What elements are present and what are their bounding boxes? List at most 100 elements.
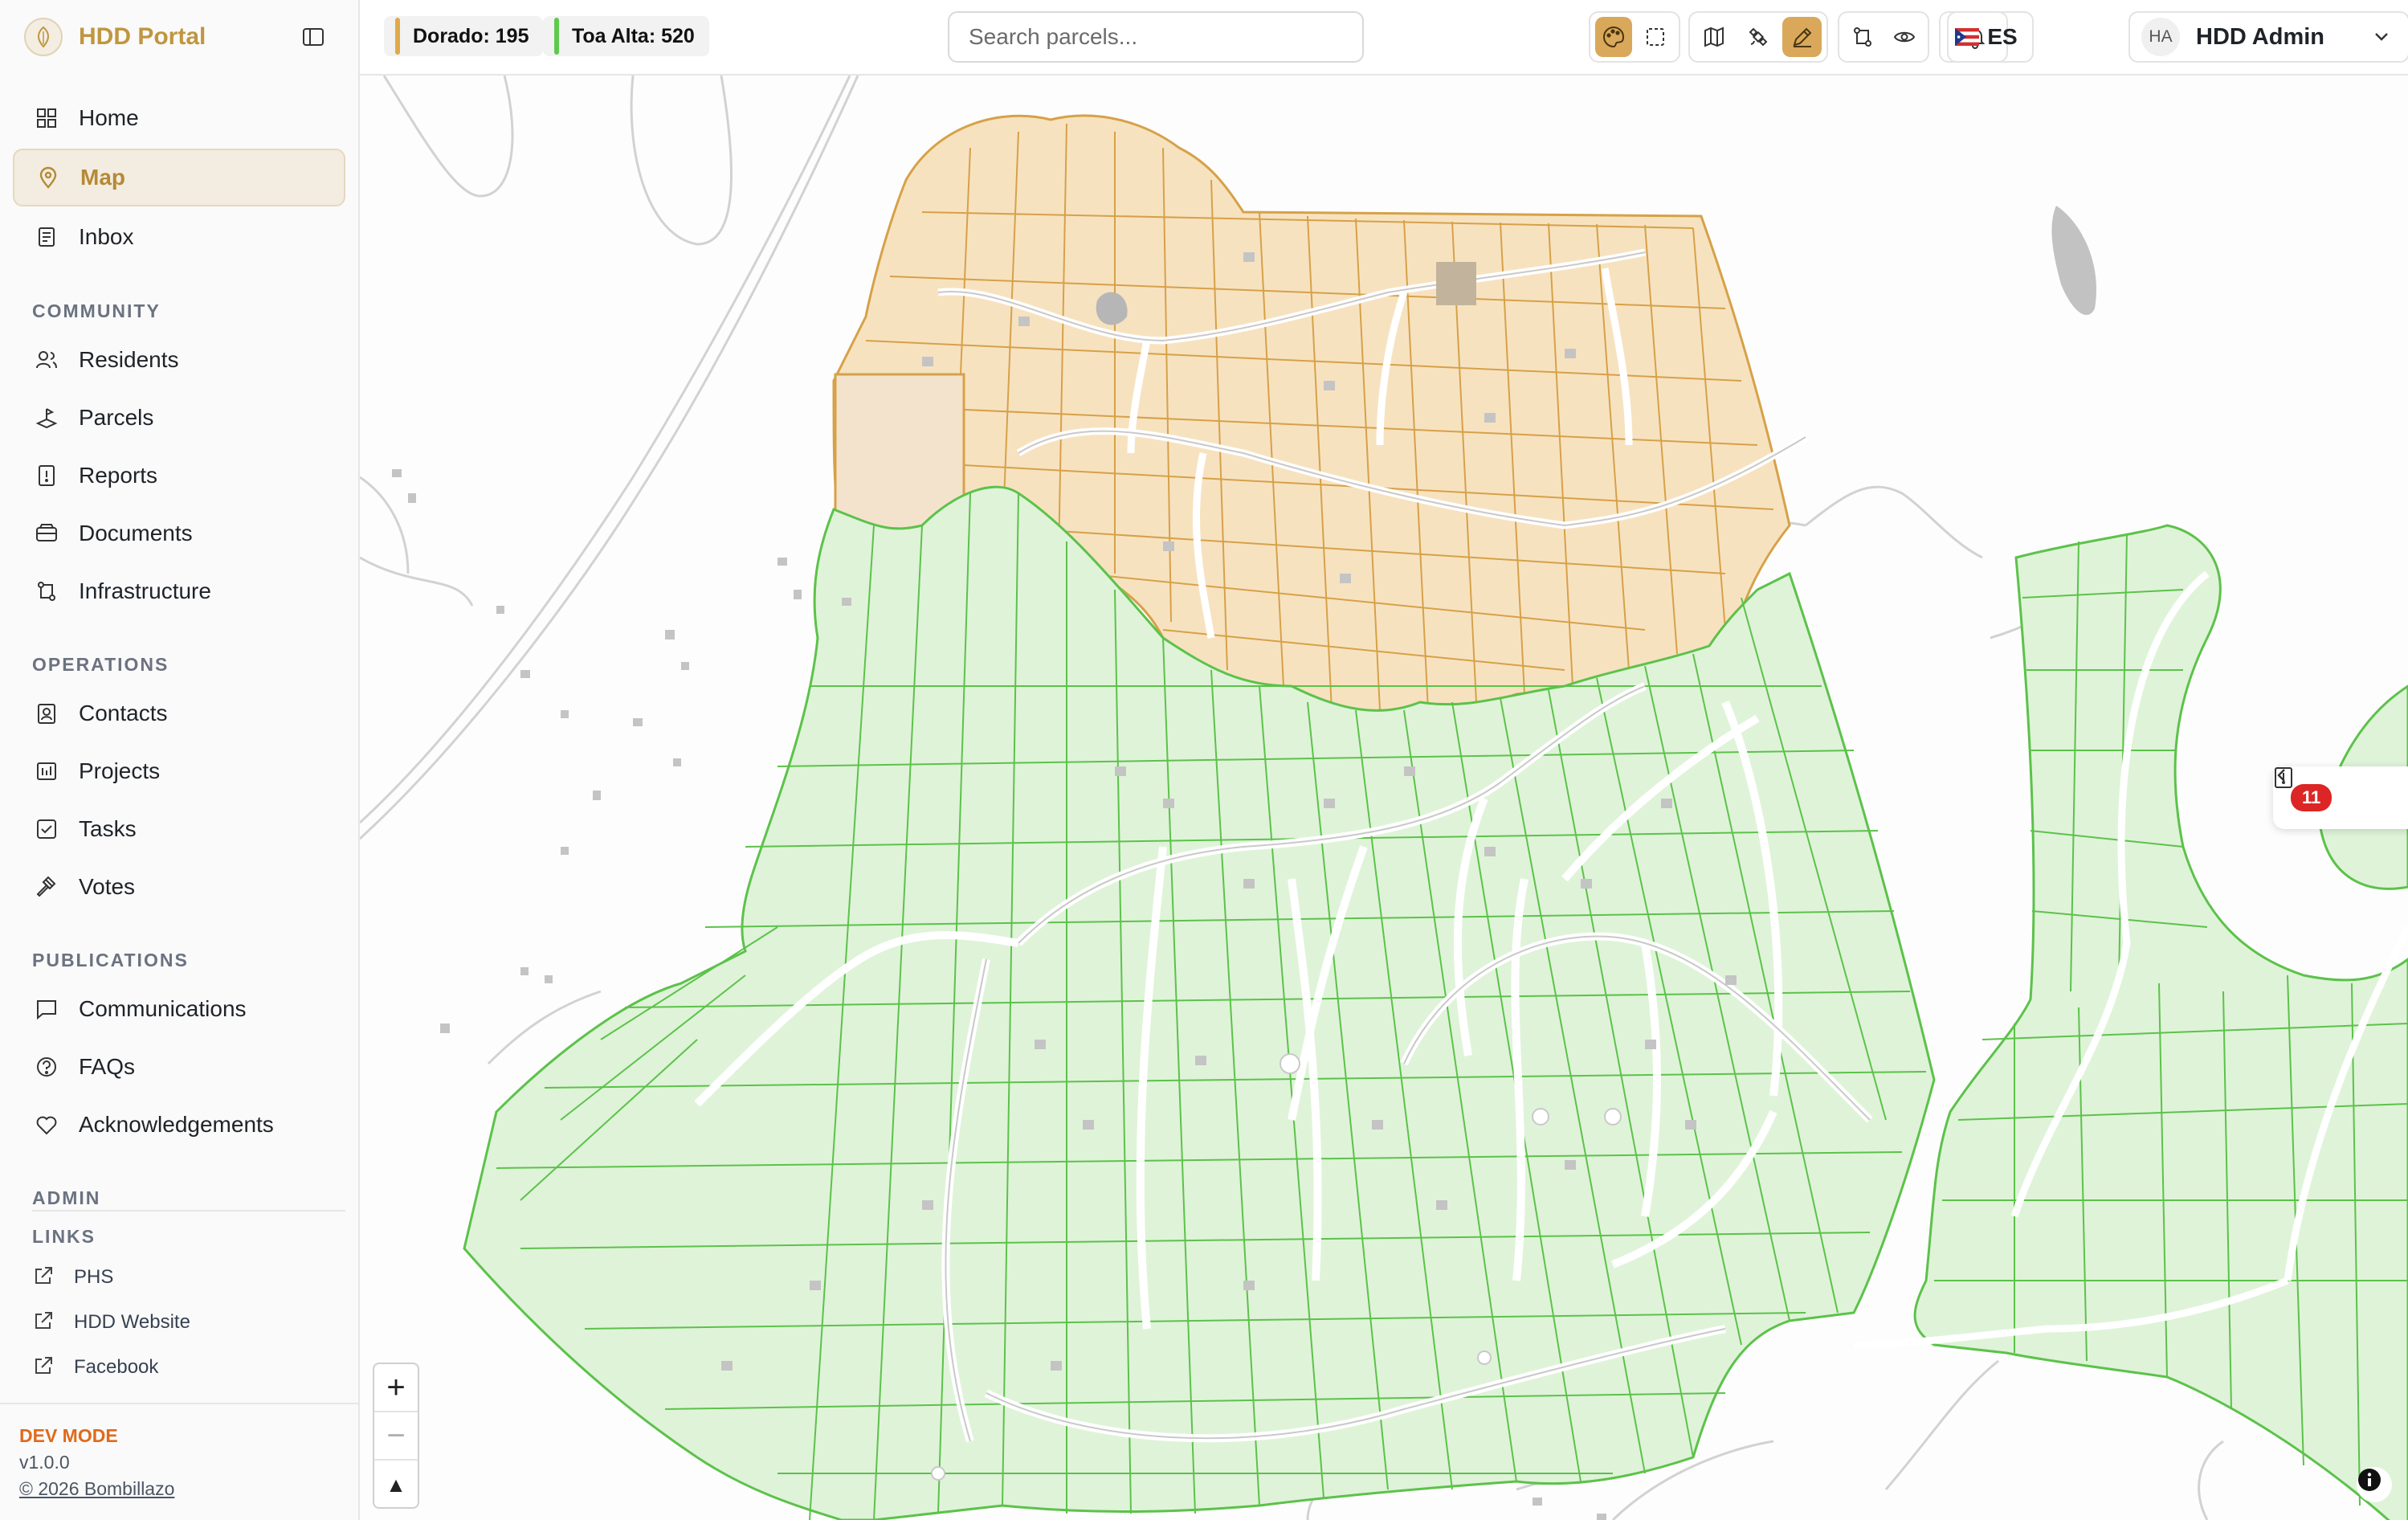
visibility-toggle-button[interactable]	[1886, 17, 1923, 57]
link-phs[interactable]: PHS	[32, 1261, 113, 1293]
parcel-map[interactable]	[360, 76, 2408, 1520]
satellite-icon	[1749, 27, 1768, 47]
pencil-icon	[1793, 27, 1812, 47]
chip-label: Toa Alta: 520	[572, 24, 695, 47]
divider	[32, 1210, 345, 1212]
dev-mode-label: DEV MODE	[19, 1425, 118, 1446]
palette-toggle-button[interactable]	[1595, 17, 1632, 57]
chip-label: Dorado: 195	[413, 24, 529, 47]
sidebar-item-label: Tasks	[79, 816, 137, 841]
zoom-in-button[interactable]: +	[374, 1364, 418, 1412]
section-admin: ADMIN	[32, 1187, 101, 1208]
toa-alta-east-parcels[interactable]	[1853, 524, 2408, 1520]
eye-icon	[1893, 31, 1916, 43]
map-icon	[1704, 27, 1724, 47]
brand[interactable]: HDD Portal	[24, 14, 206, 59]
checkbox-icon	[32, 815, 61, 844]
topbar: Dorado: 195 Toa Alta: 520 Search parcels…	[360, 0, 2408, 76]
app-name: HDD Portal	[79, 23, 206, 50]
dorado-count-chip[interactable]: Dorado: 195	[384, 16, 544, 56]
sidebar-item-inbox[interactable]: Inbox	[13, 208, 345, 266]
select-area-button[interactable]	[1637, 17, 1674, 57]
reports-count-badge: 11	[2291, 784, 2332, 811]
external-link-icon	[32, 1355, 55, 1381]
sidebar-toggle-button[interactable]	[297, 21, 329, 53]
chart-icon	[32, 757, 61, 786]
sidebar-item-map[interactable]: Map	[13, 149, 345, 206]
user-name: HDD Admin	[2196, 23, 2325, 50]
infrastructure-layer-button[interactable]	[1844, 17, 1881, 57]
users-icon	[32, 345, 61, 374]
section-publications: PUBLICATIONS	[32, 950, 189, 970]
sidebar-item-residents[interactable]: Residents	[13, 331, 345, 389]
link-facebook[interactable]: Facebook	[32, 1351, 158, 1383]
link-label: HDD Website	[74, 1311, 190, 1333]
info-icon	[2358, 1469, 2381, 1491]
grid-icon	[32, 104, 61, 133]
sidebar-item-label: Votes	[79, 874, 136, 899]
report-icon	[32, 461, 61, 490]
user-menu-button[interactable]: HA HDD Admin	[2128, 11, 2408, 63]
sidebar-footer: DEV MODE v1.0.0 © 2026 Bombillazo	[0, 1403, 358, 1500]
sidebar-item-tasks[interactable]: Tasks	[13, 800, 345, 858]
toa-alta-count-chip[interactable]: Toa Alta: 520	[543, 16, 709, 56]
sidebar-item-infrastructure[interactable]: Infrastructure	[13, 562, 345, 620]
link-label: PHS	[74, 1266, 114, 1288]
search-input[interactable]	[948, 11, 1364, 63]
external-link-icon	[32, 1265, 55, 1291]
sidebar-item-label: Reports	[79, 463, 158, 488]
zoom-out-button[interactable]: −	[374, 1412, 418, 1461]
dorado-color-bar	[395, 18, 400, 55]
message-icon	[32, 995, 61, 1024]
reports-panel-tab[interactable]: 11	[2273, 766, 2408, 829]
chevron-down-icon	[2375, 33, 2388, 41]
sidebar-item-contacts[interactable]: Contacts	[13, 684, 345, 742]
sidebar-item-label: Map	[80, 165, 125, 190]
palette-icon	[1603, 26, 1625, 48]
contact-icon	[32, 699, 61, 728]
help-icon	[32, 1052, 61, 1081]
sidebar-item-label: Infrastructure	[79, 578, 211, 603]
sidebar-item-acknowledgements[interactable]: Acknowledgements	[13, 1096, 345, 1154]
dashed-square-icon	[1647, 28, 1664, 46]
sidebar-item-parcels[interactable]: Parcels	[13, 389, 345, 447]
toa-alta-color-bar	[554, 18, 559, 55]
sidebar-item-documents[interactable]: Documents	[13, 505, 345, 562]
sidebar: HDD Portal Home Map Inbox COMMUNITY Resi…	[0, 0, 360, 1520]
sidebar-item-votes[interactable]: Votes	[13, 858, 345, 916]
link-hdd-website[interactable]: HDD Website	[32, 1306, 190, 1338]
puerto-rico-flag-icon	[1955, 28, 1980, 46]
map-layer-button[interactable]	[1695, 17, 1734, 57]
inbox-icon	[32, 223, 61, 251]
sidebar-panel-icon	[303, 28, 324, 46]
external-link-icon	[32, 1310, 55, 1336]
language-switch-button[interactable]: ES	[1939, 11, 2034, 63]
map-attribution-button[interactable]	[2357, 1467, 2392, 1502]
toa-alta-east-region[interactable]	[1913, 524, 2408, 1520]
sidebar-item-communications[interactable]: Communications	[13, 980, 345, 1038]
map-canvas[interactable]: + − ▲ 11	[360, 76, 2408, 1520]
link-label: Facebook	[74, 1356, 159, 1378]
sidebar-item-home[interactable]: Home	[13, 89, 345, 147]
heart-icon	[32, 1110, 61, 1139]
route-icon	[32, 577, 61, 606]
copyright-link[interactable]: © 2026 Bombillazo	[19, 1478, 339, 1500]
sidebar-item-label: Acknowledgements	[79, 1112, 274, 1137]
avatar: HA	[2141, 18, 2180, 56]
route-icon	[1854, 27, 1871, 47]
reset-north-button[interactable]: ▲	[374, 1461, 418, 1507]
logo-icon	[24, 18, 63, 56]
gavel-icon	[32, 872, 61, 901]
sidebar-item-label: Residents	[79, 347, 179, 372]
sidebar-item-reports[interactable]: Reports	[13, 447, 345, 505]
section-links: LINKS	[32, 1226, 96, 1247]
language-label: ES	[1987, 24, 2018, 49]
draw-tool-button[interactable]	[1782, 17, 1822, 57]
map-tools-group	[1688, 11, 1828, 63]
sidebar-item-faqs[interactable]: FAQs	[13, 1038, 345, 1096]
parcel-icon	[32, 403, 61, 432]
sidebar-item-projects[interactable]: Projects	[13, 742, 345, 800]
satellite-layer-button[interactable]	[1739, 17, 1778, 57]
sidebar-item-label: Projects	[79, 758, 161, 783]
sidebar-item-label: Documents	[79, 521, 193, 545]
